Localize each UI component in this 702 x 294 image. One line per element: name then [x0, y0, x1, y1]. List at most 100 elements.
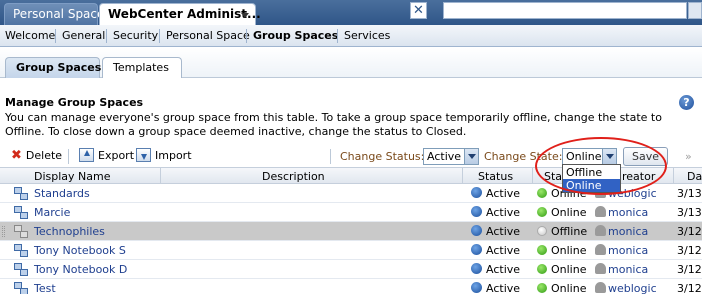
export-icon [79, 148, 94, 162]
sub-tab-bar: Group Spaces Templates [0, 48, 702, 78]
row-status-text: Active [486, 263, 521, 276]
tab-admin-label: WebCenter Administ... [108, 7, 261, 21]
row-display-name[interactable]: Tony Notebook D [34, 263, 127, 276]
highlight-annotation [535, 137, 667, 195]
status-active-icon [471, 263, 482, 274]
row-status-text: Active [486, 282, 521, 294]
scroll-button[interactable] [688, 2, 702, 19]
menu-services[interactable]: Services [344, 29, 390, 42]
row-display-name[interactable]: Technophiles [34, 225, 105, 238]
state-dot-icon [537, 226, 547, 236]
group-space-icon [14, 263, 28, 276]
row-state-text: Online [551, 282, 587, 294]
row-state: Offline [537, 225, 587, 238]
menu-security[interactable]: Security [113, 29, 158, 42]
row-state: Online [537, 263, 586, 276]
group-space-icon [14, 225, 28, 238]
row-state-text: Offline [551, 225, 588, 238]
row-state: Online [537, 282, 586, 294]
menu-general[interactable]: General [62, 29, 105, 42]
row-creator[interactable]: monica [595, 206, 648, 219]
table-row[interactable]: Marcie Active Online monica 3/13 [0, 203, 702, 222]
row-date: 3/12 [677, 225, 702, 238]
row-creator-text[interactable]: monica [608, 263, 648, 276]
row-state-text: Online [551, 244, 587, 257]
row-creator-text[interactable]: monica [608, 225, 648, 238]
toolbar-divider [330, 149, 331, 164]
row-status: Active [471, 263, 520, 276]
table-row[interactable]: Tony Notebook D Active Online monica 3/12 [0, 260, 702, 279]
status-active-icon [471, 225, 482, 236]
tab-personal-space[interactable]: Personal Space [4, 3, 104, 25]
chevron-down-icon[interactable] [464, 149, 478, 164]
user-icon [595, 263, 606, 274]
import-icon [136, 148, 151, 162]
subtab-templates[interactable]: Templates [102, 57, 182, 78]
col-divider [462, 168, 463, 184]
table-row[interactable]: Technophiles Active Offline monica 3/12 [0, 222, 702, 241]
subtab-group-spaces[interactable]: Group Spaces [5, 57, 101, 78]
row-state: Online [537, 244, 586, 257]
user-icon [595, 206, 606, 217]
row-state: Online [537, 206, 586, 219]
state-dot-icon [537, 207, 547, 217]
row-display-name[interactable]: Tony Notebook S [34, 244, 126, 257]
more-icon[interactable]: » [685, 150, 692, 163]
group-space-icon [14, 244, 28, 257]
tab-webcenter-administration[interactable]: WebCenter Administ... [99, 3, 261, 25]
row-date: 3/13 [677, 206, 702, 219]
state-dot-icon [537, 264, 547, 274]
menu-divider [246, 29, 247, 43]
delete-button[interactable]: ✖ Delete [11, 148, 62, 163]
col-divider [673, 168, 674, 184]
status-active-icon [471, 206, 482, 217]
search-input[interactable] [443, 2, 687, 19]
row-display-name[interactable]: Test [34, 282, 56, 294]
row-creator-text[interactable]: weblogic [608, 282, 657, 294]
menu-group-spaces[interactable]: Group Spaces [253, 29, 338, 42]
row-creator[interactable]: monica [595, 244, 648, 257]
table-row[interactable]: Test Active Online weblogic 3/12 [0, 279, 702, 294]
row-creator[interactable]: weblogic [595, 282, 657, 294]
row-creator-text[interactable]: monica [608, 244, 648, 257]
row-status: Active [471, 225, 520, 238]
col-status[interactable]: Status [478, 170, 513, 183]
state-dot-icon [537, 188, 547, 198]
row-state-text: Online [551, 206, 587, 219]
export-button[interactable]: Export [79, 148, 134, 162]
group-space-icon [14, 206, 28, 219]
table-row[interactable]: Tony Notebook S Active Online monica 3/12 [0, 241, 702, 260]
state-dot-icon [537, 283, 547, 293]
row-state-text: Online [551, 263, 587, 276]
row-display-name[interactable]: Standards [34, 187, 90, 200]
import-button[interactable]: Import [136, 148, 192, 162]
menu-divider [337, 29, 338, 43]
change-status-select[interactable]: Active [423, 148, 479, 165]
col-description[interactable]: Description [262, 170, 325, 183]
help-icon[interactable]: ? [679, 95, 694, 110]
status-active-icon [471, 282, 482, 293]
menu-divider [159, 29, 160, 43]
col-date[interactable]: Da [687, 170, 702, 183]
row-creator[interactable]: monica [595, 263, 648, 276]
row-display-name[interactable]: Marcie [34, 206, 70, 219]
menu-divider [106, 29, 107, 43]
top-tab-bar: Personal Space WebCenter Administ... ✕ [0, 0, 702, 25]
row-creator-text[interactable]: monica [608, 206, 648, 219]
row-creator[interactable]: monica [595, 225, 648, 238]
row-date: 3/12 [677, 244, 702, 257]
row-status-text: Active [486, 206, 521, 219]
close-icon[interactable]: ✕ [410, 2, 427, 19]
menu-personal-space[interactable]: Personal Space [166, 29, 250, 42]
col-display-name[interactable]: Display Name [34, 170, 111, 183]
export-label: Export [98, 148, 135, 162]
col-divider [160, 168, 161, 184]
chevron-down-icon[interactable] [241, 13, 249, 18]
menu-welcome[interactable]: Welcome [5, 29, 55, 42]
row-date: 3/12 [677, 263, 702, 276]
drag-handle-icon[interactable] [2, 226, 5, 237]
section-title: Manage Group Spaces [5, 96, 144, 109]
row-status: Active [471, 206, 520, 219]
menu-divider [55, 29, 56, 43]
admin-menu-bar: Welcome General Security Personal Space … [0, 25, 702, 47]
